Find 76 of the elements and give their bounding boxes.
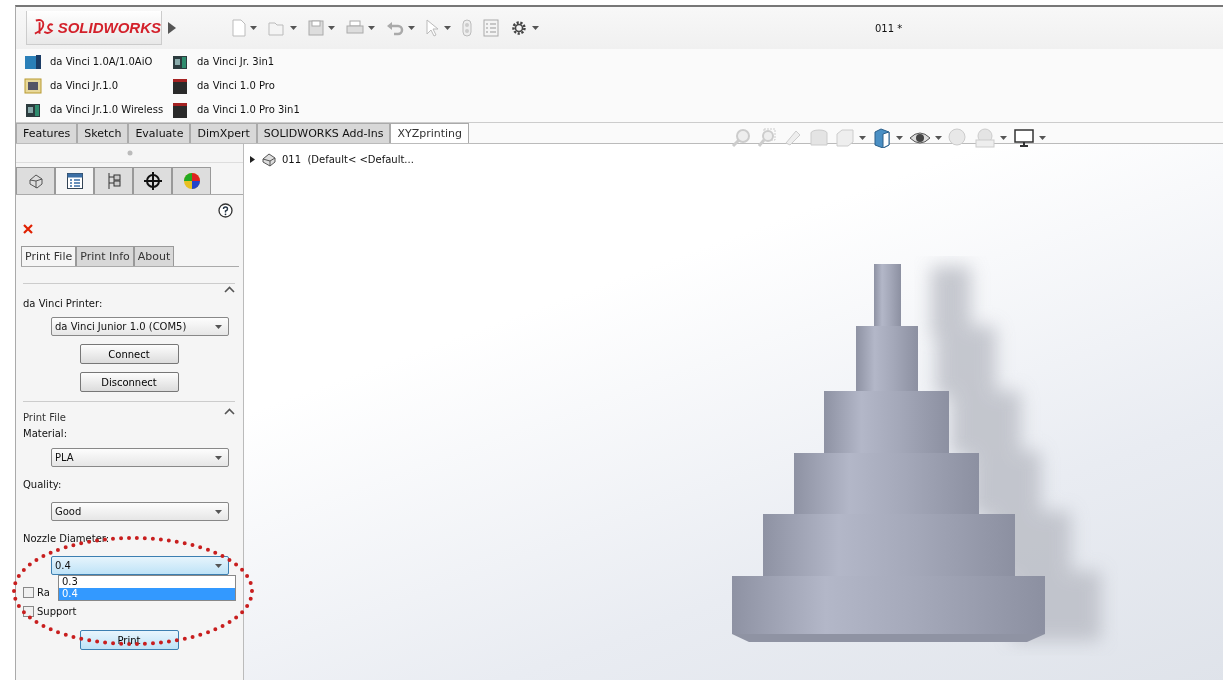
printer-icon <box>24 101 42 118</box>
tree-item[interactable]: 011 (Default< <Default... <box>282 154 414 165</box>
property-tab[interactable]: Print Info <box>76 246 134 266</box>
printer-link[interactable]: da Vinci 1.0 Pro 3in1 <box>197 104 300 115</box>
command-tab[interactable]: SOLIDWORKS Add-Ins <box>256 123 391 143</box>
field-label: Quality: <box>23 479 63 490</box>
printer-dropdown[interactable]: da Vinci Junior 1.0 (COM5) <box>51 317 229 336</box>
caret-icon[interactable] <box>532 26 539 30</box>
property-tab[interactable]: Print File <box>21 246 77 266</box>
part-icon <box>261 152 277 167</box>
checkbox-label: Support <box>37 606 77 617</box>
dropdown-option[interactable]: 0.3 <box>59 576 235 588</box>
settings-icon[interactable] <box>510 19 528 37</box>
section-title: Print File <box>23 412 67 423</box>
printer-icon <box>171 53 189 70</box>
caret-icon[interactable] <box>215 509 222 514</box>
field-label: Nozzle Diameter: <box>23 533 111 544</box>
printer-link[interactable]: da Vinci 1.0 Pro <box>197 80 275 91</box>
caret-icon[interactable] <box>328 26 335 30</box>
grip-icon[interactable] <box>126 150 133 156</box>
printer-icon <box>171 77 189 94</box>
caret-icon[interactable] <box>215 324 222 329</box>
window-title: 011 * <box>875 22 903 34</box>
solidworks-logo[interactable]: SOLIDWORKS <box>26 11 162 45</box>
caret-icon[interactable] <box>368 26 375 30</box>
appearance-icon <box>182 172 201 190</box>
print-button[interactable]: Print <box>79 630 179 650</box>
printer-icon <box>24 53 42 70</box>
part-icon <box>26 172 45 190</box>
caret-icon[interactable] <box>1039 136 1046 140</box>
checkbox-label: Ra <box>37 587 50 598</box>
command-tab[interactable]: DimXpert <box>190 123 257 143</box>
display-style-icon[interactable] <box>872 128 892 148</box>
printer-link[interactable]: da Vinci Jr.1.0 <box>50 80 119 91</box>
action-button[interactable]: Connect <box>79 344 179 364</box>
caret-icon[interactable] <box>408 26 415 30</box>
command-tab[interactable]: Sketch <box>77 123 129 143</box>
monitor-icon[interactable] <box>1013 128 1035 148</box>
checkbox[interactable] <box>23 587 34 598</box>
collapse-icon[interactable] <box>224 408 235 415</box>
list-icon <box>65 172 84 190</box>
command-tab[interactable]: XYZprinting <box>390 123 470 143</box>
printer-link[interactable]: da Vinci Jr.1.0 Wireless <box>50 104 164 115</box>
caret-icon[interactable] <box>250 26 257 30</box>
property-tab[interactable]: About <box>133 246 175 266</box>
caret-icon[interactable] <box>444 26 451 30</box>
expand-arrow-icon[interactable] <box>168 22 176 34</box>
caret-icon[interactable] <box>1000 136 1007 140</box>
field-label: Material: <box>23 428 68 439</box>
command-tab[interactable]: Evaluate <box>128 123 191 143</box>
logo-text: SOLIDWORKS <box>57 19 161 36</box>
dropdown[interactable]: Good <box>51 502 229 521</box>
collapse-icon[interactable] <box>224 286 235 293</box>
eye-icon[interactable] <box>909 130 931 146</box>
panel-tab[interactable] <box>133 167 172 194</box>
caret-icon[interactable] <box>215 563 222 568</box>
caret-icon[interactable] <box>290 26 297 30</box>
action-button[interactable]: Disconnect <box>79 372 179 392</box>
panel-tab[interactable] <box>55 167 94 194</box>
expand-triangle-icon[interactable] <box>250 156 256 163</box>
field-label: da Vinci Printer: <box>23 298 104 309</box>
printer-link[interactable]: da Vinci Jr. 3in1 <box>197 56 275 67</box>
caret-icon[interactable] <box>215 455 222 460</box>
printer-icon <box>24 77 42 94</box>
command-tab[interactable]: Features <box>16 123 78 143</box>
caret-icon[interactable] <box>859 136 866 140</box>
caret-icon[interactable] <box>935 136 942 140</box>
caret-icon[interactable] <box>896 136 903 140</box>
dropdown[interactable]: PLA <box>51 448 229 467</box>
printer-icon <box>171 101 189 118</box>
close-icon[interactable] <box>23 224 33 234</box>
help-icon[interactable] <box>218 203 233 218</box>
checkbox[interactable] <box>23 606 34 617</box>
dropdown[interactable]: 0.4 <box>51 556 229 575</box>
printer-link[interactable]: da Vinci 1.0A/1.0AiO <box>50 56 153 67</box>
crosshair-icon <box>143 172 162 190</box>
